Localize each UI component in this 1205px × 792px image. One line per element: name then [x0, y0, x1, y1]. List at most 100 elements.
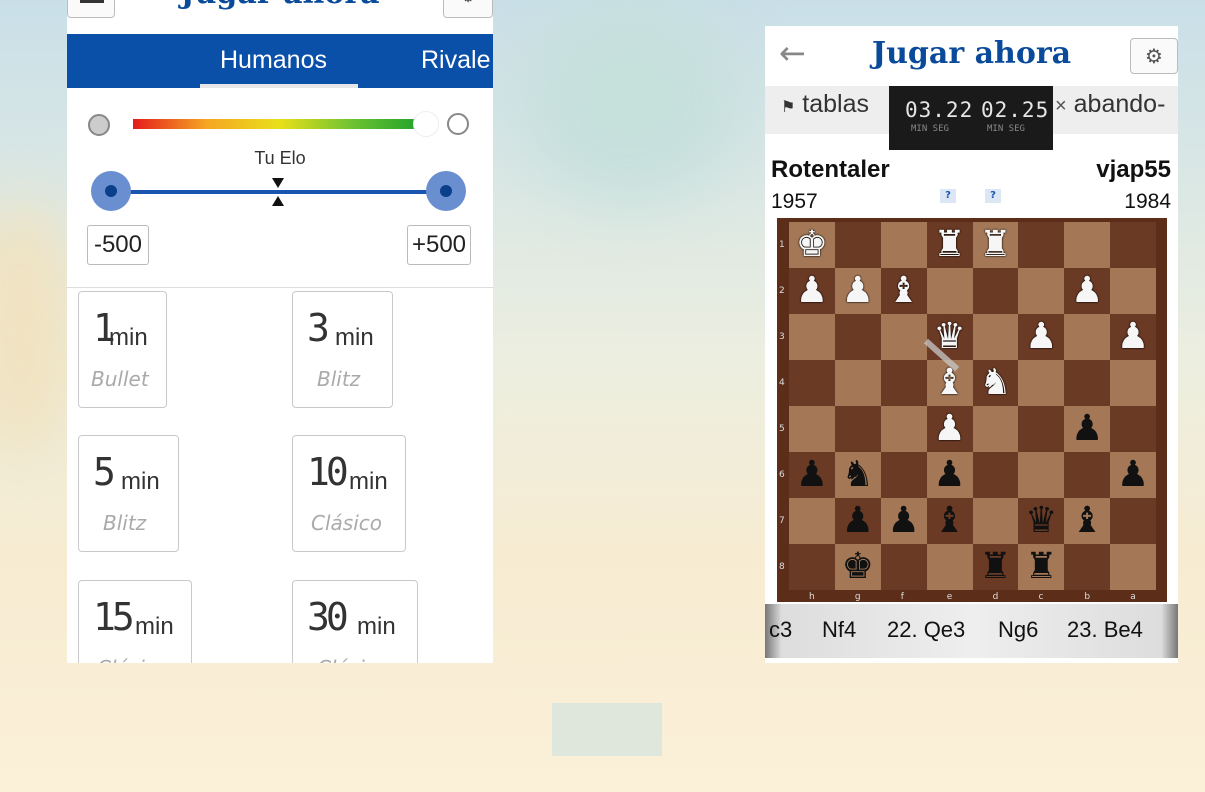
board-square[interactable]: ♜ [972, 222, 1019, 268]
board-square[interactable] [834, 406, 881, 452]
black-queen-icon[interactable]: ♛ [1025, 503, 1057, 539]
black-king-icon[interactable]: ♚ [842, 549, 874, 585]
white-bishop-icon[interactable]: ♝ [933, 365, 965, 401]
board-square[interactable] [880, 314, 927, 360]
black-rook-icon[interactable]: ♜ [1025, 549, 1057, 585]
board-square[interactable] [1110, 498, 1156, 544]
tab-rivales[interactable]: Rivale [421, 46, 490, 75]
time-control-30min[interactable]: 30 min Clásico [292, 580, 418, 663]
board-square[interactable]: ♝ [1064, 498, 1111, 544]
board-square[interactable] [1110, 222, 1156, 268]
board-square[interactable]: ♜ [972, 544, 1019, 590]
board-square[interactable]: ♛ [1018, 498, 1065, 544]
white-pawn-icon[interactable]: ♟ [933, 411, 965, 447]
time-control-3min[interactable]: 3 min Blitz [292, 291, 393, 408]
white-pawn-icon[interactable]: ♟ [796, 273, 828, 309]
board-square[interactable] [1018, 268, 1065, 314]
board-square[interactable] [972, 314, 1019, 360]
move-list[interactable]: c3 Nf4 22. Qe3 Ng6 23. Be4 [765, 604, 1178, 658]
board-square[interactable]: ♟ [1018, 314, 1065, 360]
time-control-1min[interactable]: 1 min Bullet [78, 291, 167, 408]
board-square[interactable] [880, 360, 927, 406]
board-square[interactable]: ♚ [789, 222, 835, 268]
board-square[interactable] [834, 314, 881, 360]
black-pawn-icon[interactable]: ♟ [796, 457, 828, 493]
board-square[interactable]: ♝ [880, 268, 927, 314]
move[interactable]: c3 [769, 617, 792, 643]
board-square[interactable]: ♟ [789, 452, 835, 498]
board-square[interactable] [972, 498, 1019, 544]
board-square[interactable]: ♛ [926, 314, 973, 360]
black-knight-icon[interactable]: ♞ [842, 457, 874, 493]
board-square[interactable] [1110, 544, 1156, 590]
board-square[interactable] [926, 544, 973, 590]
white-rook-icon[interactable]: ♜ [933, 227, 965, 263]
elo-min-handle[interactable] [91, 171, 131, 211]
board-square[interactable] [1018, 452, 1065, 498]
board-square[interactable]: ♟ [834, 498, 881, 544]
board-square[interactable] [1018, 406, 1065, 452]
white-pawn-icon[interactable]: ♟ [1025, 319, 1057, 355]
board-square[interactable] [926, 268, 973, 314]
board-square[interactable] [1110, 406, 1156, 452]
board-square[interactable]: ♟ [880, 498, 927, 544]
white-pawn-icon[interactable]: ♟ [1071, 273, 1103, 309]
move[interactable]: 23. Be4 [1067, 617, 1143, 643]
board-square[interactable]: ♜ [926, 222, 973, 268]
board-square[interactable]: ♟ [789, 268, 835, 314]
board-square[interactable]: ♞ [834, 452, 881, 498]
white-pawn-icon[interactable]: ♟ [842, 273, 874, 309]
white-rook-icon[interactable]: ♜ [979, 227, 1011, 263]
move[interactable]: Nf4 [822, 617, 856, 643]
help-badge[interactable]: ? [940, 189, 956, 203]
draw-button[interactable]: ⚑ tablas [781, 90, 869, 119]
board-square[interactable] [880, 406, 927, 452]
move[interactable]: 22. Qe3 [887, 617, 965, 643]
black-pawn-icon[interactable]: ♟ [1071, 411, 1103, 447]
board-square[interactable]: ♟ [1064, 268, 1111, 314]
white-knight-icon[interactable]: ♞ [979, 365, 1011, 401]
help-badge[interactable]: ? [985, 189, 1001, 203]
board-square[interactable]: ♜ [1018, 544, 1065, 590]
white-bishop-icon[interactable]: ♝ [888, 273, 920, 309]
board-square[interactable] [880, 544, 927, 590]
board-square[interactable] [789, 314, 835, 360]
board-square[interactable]: ♞ [972, 360, 1019, 406]
move[interactable]: Ng6 [998, 617, 1038, 643]
board-square[interactable] [880, 452, 927, 498]
board-square[interactable] [1064, 314, 1111, 360]
board-square[interactable]: ♟ [1110, 314, 1156, 360]
board-square[interactable] [1110, 268, 1156, 314]
board-square[interactable] [834, 222, 881, 268]
board-square[interactable]: ♚ [834, 544, 881, 590]
black-pawn-icon[interactable]: ♟ [1117, 457, 1149, 493]
board-square[interactable] [972, 452, 1019, 498]
board-square[interactable] [1064, 544, 1111, 590]
board-square[interactable]: ♟ [926, 406, 973, 452]
board-square[interactable] [880, 222, 927, 268]
time-control-15min[interactable]: 15 min Clásico [78, 580, 192, 663]
black-bishop-icon[interactable]: ♝ [1071, 503, 1103, 539]
board-square[interactable] [834, 360, 881, 406]
settings-button[interactable]: ⚙ [443, 0, 493, 18]
time-control-10min[interactable]: 10 min Clásico [292, 435, 406, 552]
board-square[interactable]: ♟ [926, 452, 973, 498]
settings-button[interactable]: ⚙ [1130, 38, 1178, 74]
board-square[interactable] [1064, 222, 1111, 268]
board-square[interactable] [972, 268, 1019, 314]
resign-button[interactable]: × abando- [1055, 90, 1165, 119]
board-square[interactable] [789, 498, 835, 544]
black-pawn-icon[interactable]: ♟ [842, 503, 874, 539]
chess-board[interactable]: ♚ ♜ ♜ ♟ ♟ ♝ ♟ ♛ ♟ ♟ ♝ ♞ ♟ ♟ ♟ ♞ ♟ ♟ ♟ ♟ ♝ ♛ ♝ ♚ ♜ ♜ 12345678hgfed… [777, 218, 1167, 602]
white-king-icon[interactable]: ♚ [796, 227, 828, 263]
board-square[interactable]: ♟ [834, 268, 881, 314]
time-control-5min[interactable]: 5 min Blitz [78, 435, 179, 552]
board-square[interactable] [789, 544, 835, 590]
speed-gradient-bar[interactable] [133, 119, 427, 129]
board-square[interactable] [1064, 452, 1111, 498]
white-pawn-icon[interactable]: ♟ [1117, 319, 1149, 355]
black-rook-icon[interactable]: ♜ [979, 549, 1011, 585]
black-pawn-icon[interactable]: ♟ [888, 503, 920, 539]
board-square[interactable] [1018, 360, 1065, 406]
board-square[interactable] [789, 406, 835, 452]
